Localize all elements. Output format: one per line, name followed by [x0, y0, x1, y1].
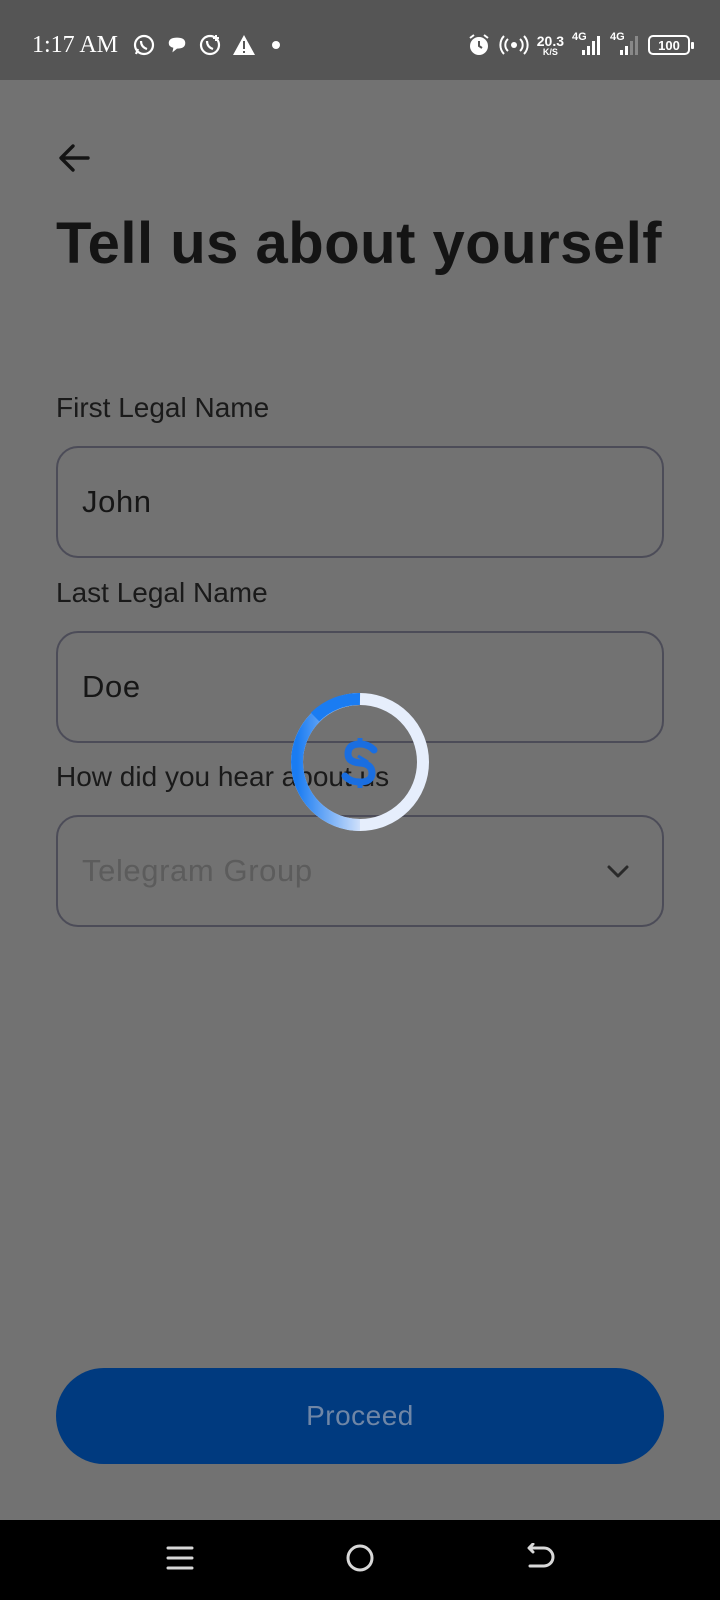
arrow-left-icon — [56, 140, 92, 181]
recents-button[interactable] — [158, 1538, 202, 1582]
last-name-label: Last Legal Name — [56, 577, 268, 608]
hotspot-icon — [499, 33, 529, 57]
alarm-icon — [467, 33, 491, 57]
navigation-bar — [0, 1520, 720, 1600]
back-icon — [524, 1542, 556, 1578]
page-title: Tell us about yourself — [56, 211, 663, 276]
chevron-down-icon — [604, 857, 632, 890]
home-icon — [345, 1543, 375, 1578]
dot-icon — [266, 35, 286, 55]
home-button[interactable] — [338, 1538, 382, 1582]
proceed-label: Proceed — [306, 1400, 414, 1431]
referral-placeholder: Telegram Group — [82, 853, 313, 888]
signal-icon: 4G — [610, 31, 640, 57]
back-button[interactable] — [56, 136, 104, 184]
whatsapp-icon — [132, 33, 156, 57]
status-left: 1:17 AM — [32, 0, 286, 90]
battery-icon: 100 — [648, 35, 694, 55]
loading-spinner — [290, 692, 430, 832]
first-name-value: John — [82, 484, 152, 519]
sim1-label: 4G — [572, 31, 587, 43]
menu-icon — [165, 1543, 195, 1578]
first-name-label: First Legal Name — [56, 392, 270, 423]
whatsapp-business-icon — [198, 33, 222, 57]
first-name-field[interactable]: John — [56, 446, 664, 558]
network-speed: 20.3 K/S — [537, 34, 564, 57]
network-speed-value: 20.3 — [536, 32, 564, 49]
status-bar: 1:17 AM 20.3 K/S 4G 4G 100 — [0, 0, 720, 80]
system-back-button[interactable] — [518, 1538, 562, 1582]
network-speed-unit: K/S — [542, 46, 558, 57]
dollar-logo-icon — [336, 736, 384, 795]
status-right: 20.3 K/S 4G 4G 100 — [467, 0, 694, 90]
signal-icon: 4G — [572, 31, 602, 57]
warning-icon — [232, 34, 256, 56]
last-name-value: Doe — [82, 669, 141, 704]
battery-level: 100 — [658, 37, 680, 53]
proceed-button[interactable]: Proceed — [56, 1368, 664, 1464]
sim2-label: 4G — [610, 31, 625, 43]
status-time: 1:17 AM — [32, 31, 119, 58]
chat-bubble-icon — [166, 34, 188, 56]
